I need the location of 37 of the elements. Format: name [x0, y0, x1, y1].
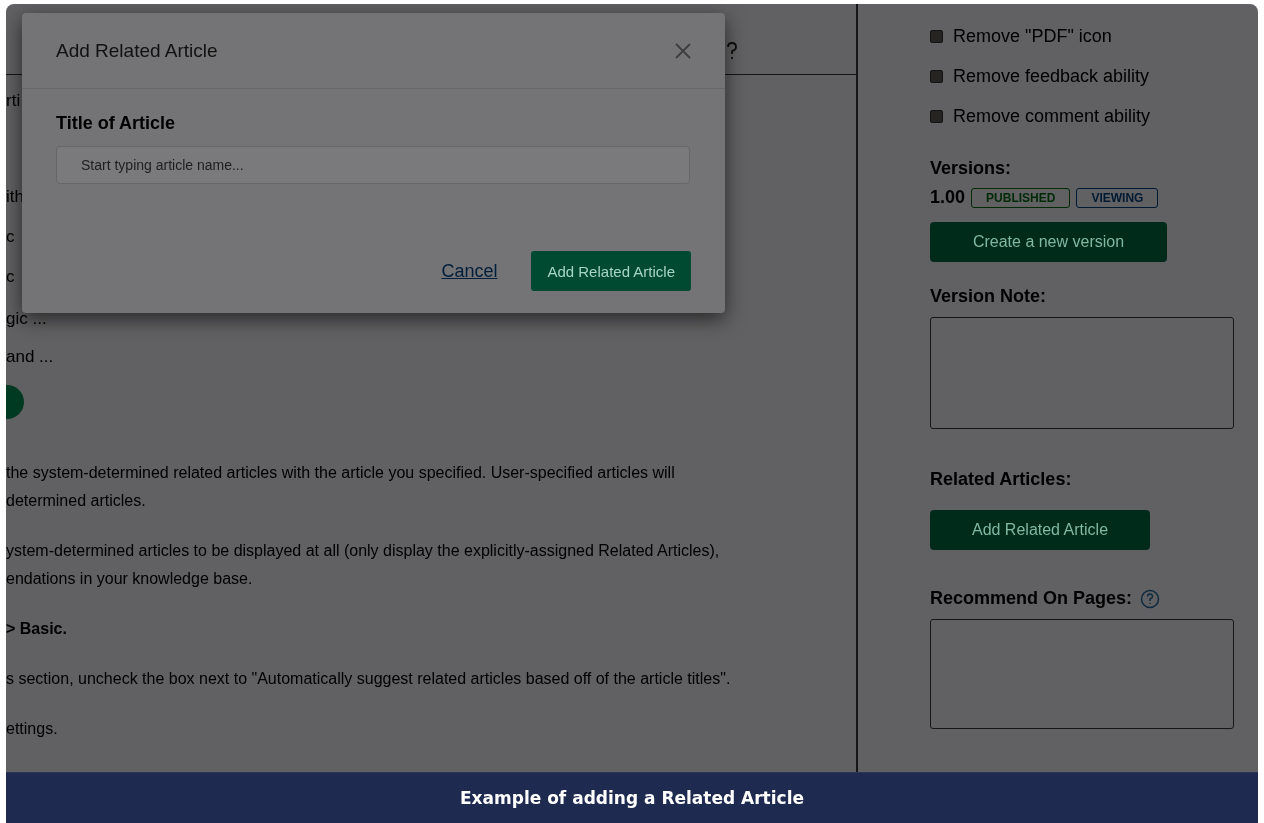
option-label: Remove comment ability	[953, 105, 1151, 127]
checkbox[interactable]	[930, 109, 943, 123]
checkbox[interactable]	[930, 69, 943, 83]
help-icon[interactable]	[1140, 588, 1161, 609]
text-fragment: and ...	[6, 347, 54, 367]
add-related-button[interactable]: Add Related Article	[531, 251, 691, 291]
version-note-field[interactable]	[930, 317, 1234, 429]
section-heading: Version Note:	[930, 286, 1047, 307]
text-fragment: gic ...	[6, 309, 47, 329]
text-fragment: rti	[6, 91, 21, 111]
field-label: Title of Article	[56, 113, 177, 134]
paragraph: the system-determined related articles with the article you specified. User-specified articles will determined articles.	[6, 463, 676, 511]
pages-field[interactable]	[930, 619, 1234, 729]
section-heading: Related Articles:	[930, 469, 1072, 490]
option-label: Remove "PDF" icon	[953, 25, 1112, 47]
help-icon[interactable]	[726, 42, 738, 60]
paragraph: > Basic.	[6, 619, 68, 639]
paragraph: s section, uncheck the box next to "Automatically suggest related articles based off of the article titles".	[6, 669, 732, 689]
version-number: 1.00	[930, 187, 966, 208]
paragraph: ystem-determined articles to be displayed at all (only display the explicitly-assigned Related Articles), endations in your knowledge base.	[6, 541, 721, 589]
checkbox[interactable]	[930, 29, 943, 43]
caption: Example of adding a Related Article	[460, 788, 804, 808]
status-badge: PUBLISHED	[971, 187, 1071, 208]
dialog-title: Add Related Article	[56, 39, 218, 62]
create-version-button[interactable]: Create a new version	[930, 222, 1167, 262]
option-label: Remove feedback ability	[953, 65, 1150, 87]
text-fragment: c	[6, 227, 15, 247]
section-heading: Recommend On Pages:	[930, 588, 1133, 609]
round-button[interactable]	[6, 385, 24, 419]
cancel-link[interactable]: Cancel	[441, 260, 498, 282]
section-heading: Versions:	[930, 158, 1012, 179]
paragraph: ettings.	[6, 719, 59, 739]
text-fragment: c	[6, 267, 15, 287]
status-badge: VIEWING	[1076, 187, 1159, 208]
article-title-field[interactable]: Start typing article name...	[56, 146, 690, 184]
add-related-button[interactable]: Add Related Article	[930, 510, 1150, 550]
close-icon[interactable]	[675, 42, 691, 59]
